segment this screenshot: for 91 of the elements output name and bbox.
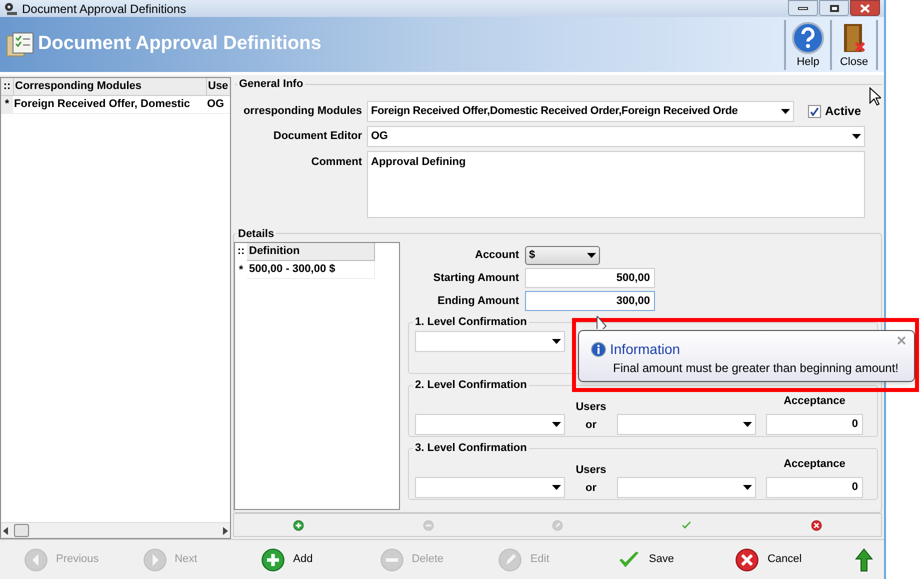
toolbar-button[interactable]: Save — [616, 548, 736, 572]
page-title: Document Approval Definitions — [38, 32, 322, 56]
dropdown-arrow-icon — [587, 253, 596, 258]
column-header[interactable]: Corresponding Modules — [13, 78, 206, 95]
grid-corner: :: — [236, 244, 246, 259]
confirm-row-button[interactable] — [681, 520, 692, 530]
tooltip-message: Final amount must be greater than beginning amount! — [613, 360, 899, 377]
checkmark-icon — [810, 106, 819, 116]
right-arrow-circle-icon — [142, 548, 167, 572]
edit-row-button[interactable] — [552, 520, 563, 530]
row-marker: * — [238, 262, 244, 278]
up-arrow-icon — [854, 548, 874, 572]
user-dropdown[interactable] — [617, 414, 756, 434]
cancel-row-button[interactable] — [810, 520, 822, 530]
dropdown-arrow-icon — [552, 338, 561, 344]
users-label: Users — [576, 400, 606, 414]
plus-circle-icon — [293, 520, 304, 530]
modules-dropdown[interactable]: Foreign Received Offer,Domestic Received Order,Foreign Received Orde — [367, 100, 794, 122]
close-icon — [860, 4, 870, 12]
pencil-circle-icon — [498, 548, 522, 572]
dropdown-arrow-icon — [552, 484, 561, 490]
mouse-pointer-icon — [869, 87, 881, 106]
minus-circle-icon — [422, 520, 434, 530]
row-marker: * — [1, 96, 13, 113]
field-label: Ending Amount — [436, 294, 520, 309]
clipboard-checklist-icon — [5, 32, 35, 58]
x-circle-icon — [810, 520, 822, 530]
starting-amount-field[interactable]: 500,00 — [525, 268, 655, 288]
question-mark-icon — [792, 22, 824, 54]
add-row-button[interactable] — [293, 520, 304, 530]
maximize-button[interactable] — [819, 0, 849, 16]
field-label: Starting Amount — [432, 270, 520, 286]
table-cell-text: Foreign Received Offer, Domestic — [13, 97, 192, 112]
scroll-right-icon — [220, 526, 230, 534]
active-checkbox[interactable]: Active — [808, 102, 862, 120]
close-window-button[interactable]: Close — [832, 20, 878, 70]
section-title: 2. Level Confirmation — [414, 378, 528, 393]
field-label: Account — [474, 248, 520, 264]
acceptance-field[interactable]: 0 — [766, 476, 863, 498]
up-button[interactable] — [854, 548, 874, 572]
acceptance-label: Acceptance — [784, 394, 846, 408]
table-cell-text: OG — [206, 97, 226, 112]
dropdown-arrow-icon — [743, 422, 752, 426]
or-label: or — [586, 418, 596, 432]
field-label: orresponding Modules — [242, 104, 363, 119]
column-header[interactable]: Definition — [247, 243, 375, 261]
field-label: Document Editor — [272, 128, 363, 144]
column-header[interactable]: Use — [206, 78, 230, 95]
section-title: Details — [237, 226, 276, 242]
close-button[interactable] — [850, 0, 880, 16]
horizontal-scrollbar[interactable] — [1, 522, 230, 538]
user-dropdown[interactable] — [415, 414, 565, 434]
editor-dropdown[interactable]: OG — [367, 126, 865, 146]
remove-row-button[interactable] — [422, 520, 434, 530]
user-dropdown[interactable] — [617, 476, 756, 498]
left-arrow-circle-icon — [24, 548, 48, 572]
user-dropdown[interactable] — [415, 476, 565, 498]
checkmark-icon — [681, 520, 692, 530]
toolbar-button[interactable]: Cancel — [735, 548, 854, 572]
pencil-circle-icon — [552, 520, 563, 530]
info-icon — [591, 342, 606, 356]
user-dropdown[interactable] — [415, 330, 565, 352]
or-label: or — [586, 480, 596, 496]
tooltip-title: Information — [610, 341, 680, 357]
minus-circle-icon — [380, 548, 404, 572]
close-icon — [897, 336, 906, 345]
table-cell: 500,00 - 300,00 $ — [247, 261, 375, 279]
tooltip-close-button[interactable] — [897, 336, 906, 345]
acceptance-field[interactable]: 0 — [766, 414, 863, 434]
x-circle-icon — [735, 548, 760, 572]
dropdown-arrow-icon — [781, 108, 790, 114]
minimize-button[interactable] — [788, 0, 818, 16]
users-label: Users — [576, 462, 606, 478]
scroll-thumb[interactable] — [14, 524, 29, 537]
section-title: General Info — [238, 77, 304, 92]
window-title: Document Approval Definitions — [22, 0, 186, 18]
dropdown-arrow-icon — [743, 484, 752, 490]
field-label: Comment — [310, 154, 363, 170]
dropdown-arrow-icon — [552, 422, 561, 426]
acceptance-label: Acceptance — [784, 456, 846, 470]
section-title: 1. Level Confirmation — [414, 315, 528, 330]
grid-corner: :: — [2, 79, 12, 94]
plus-circle-icon — [261, 548, 286, 572]
account-dropdown[interactable]: $ — [525, 246, 600, 265]
dropdown-arrow-icon — [852, 134, 861, 138]
ending-amount-field[interactable]: 300,00 — [525, 291, 655, 311]
help-button[interactable]: Help — [786, 20, 832, 70]
section-title: 3. Level Confirmation — [414, 441, 528, 456]
comment-field[interactable]: Approval Defining — [367, 150, 865, 218]
toolbar-button[interactable]: Add — [261, 548, 380, 572]
scroll-left-icon — [1, 526, 11, 534]
